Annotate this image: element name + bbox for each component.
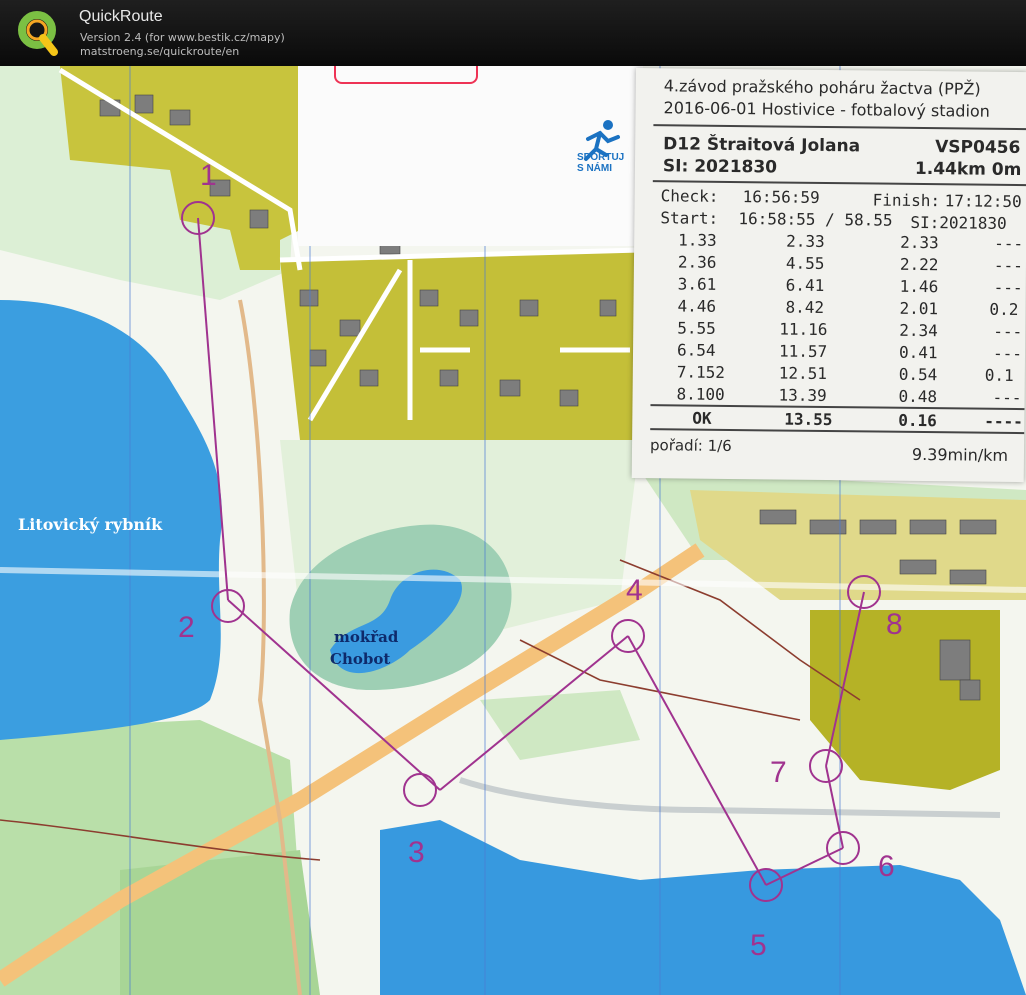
paper-red-box (334, 66, 478, 84)
receipt-si: SI: 2021830 (662, 156, 778, 178)
control-number-3: 3 (408, 836, 425, 869)
split-row: 5.55 11.16 2.34 --- (633, 318, 1026, 342)
map-view[interactable]: 1 2 3 4 5 6 7 8 Litovický rybník mokřad … (0, 66, 1026, 995)
split-leg: 1.46 (899, 276, 939, 297)
receipt-start-si: SI:2021830 (910, 212, 1007, 233)
sportuj-line1: SPORTUJ (577, 152, 625, 163)
quickroute-window: QuickRoute Version 2.4 (for www.bestik.c… (0, 0, 1026, 995)
split-leg: 2.01 (899, 298, 939, 319)
result-leg: 0.16 (898, 410, 937, 431)
split-extra: 0.1 (984, 365, 1014, 385)
result-status: OK (692, 408, 712, 428)
split-control: 7.152 (676, 362, 726, 382)
title-bar: QuickRoute Version 2.4 (for www.bestik.c… (0, 0, 1026, 66)
split-extra: --- (993, 321, 1023, 342)
receipt-event-line1: 4.závod pražského poháru žactva (PPŽ) (663, 76, 981, 99)
split-control: 5.55 (677, 318, 716, 338)
split-leg: 2.22 (899, 254, 939, 275)
split-cumulative: 8.42 (785, 297, 825, 317)
split-control: 3.61 (677, 274, 717, 294)
receipt-runner: D12 Štraitová Jolana (663, 134, 861, 157)
split-cumulative: 6.41 (785, 275, 825, 295)
split-extra: --- (992, 343, 1023, 364)
split-control: 4.46 (677, 296, 717, 316)
split-cumulative: 13.39 (778, 385, 827, 406)
split-control: 1.33 (678, 230, 717, 250)
marsh-label-line2: Chobot (330, 650, 390, 668)
split-row: 7.152 12.51 0.54 0.1 (633, 362, 1026, 386)
split-row: 4.46 8.42 2.01 0.2 (633, 296, 1026, 320)
receipt-course: 1.44km 0m (914, 158, 1022, 181)
split-receipt: 4.závod pražského poháru žactva (PPŽ) 20… (631, 68, 1026, 483)
split-cumulative: 2.33 (786, 231, 825, 251)
marsh-label-line1: mokřad (334, 628, 399, 646)
control-number-1: 1 (200, 159, 217, 192)
split-leg: 2.33 (900, 232, 939, 253)
receipt-event-line2: 2016-06-01 Hostivice - fotbalový stadion (663, 98, 990, 121)
control-number-6: 6 (878, 850, 895, 883)
control-number-8: 8 (886, 608, 903, 641)
split-extra: --- (993, 255, 1023, 276)
settlement-area (280, 250, 640, 440)
receipt-finish-label: Finish: (872, 190, 941, 211)
lake-label: Litovický rybník (18, 515, 163, 534)
split-extra: --- (993, 277, 1023, 298)
split-extra: --- (994, 233, 1024, 254)
app-name: QuickRoute (79, 8, 163, 25)
split-cumulative: 11.57 (778, 341, 828, 362)
sportuj-line2: S NÁMI (577, 163, 612, 174)
control-number-5: 5 (750, 929, 767, 962)
sportuj-text: SPORTUJ S NÁMI (577, 152, 624, 174)
control-number-2: 2 (178, 611, 195, 644)
app-url: matstroeng.se/quickroute/en (80, 45, 240, 58)
split-leg: 0.41 (898, 342, 938, 363)
control-number-4: 4 (626, 574, 643, 607)
receipt-rule (653, 124, 1026, 131)
receipt-rank: pořadí: 1/6 (649, 436, 732, 456)
split-extra: 0.2 (989, 299, 1019, 320)
split-leg: 0.48 (898, 386, 938, 407)
split-control: 8.100 (676, 384, 725, 404)
split-row: 2.36 4.55 2.22 --- (634, 252, 1026, 276)
split-control: 2.36 (677, 252, 717, 272)
split-cumulative: 4.55 (785, 253, 825, 273)
receipt-rule (652, 180, 1026, 187)
app-version: Version 2.4 (for www.bestik.cz/mapy) (80, 31, 285, 44)
split-control: 6.54 (676, 340, 716, 360)
split-cumulative: 12.51 (778, 363, 828, 384)
split-extra: --- (992, 387, 1022, 408)
split-leg: 0.54 (898, 364, 938, 385)
split-row: 6.54 11.57 0.41 --- (633, 340, 1026, 364)
split-row: 1.33 2.33 2.33 --- (634, 230, 1026, 254)
receipt-finish-time: 17:12:50 (944, 191, 1022, 212)
receipt-club: VSP0456 (935, 137, 1021, 159)
quickroute-logo-icon (18, 11, 58, 56)
result-total: 13.55 (784, 409, 833, 430)
receipt-start-time: 16:58:55 / 58.55 (738, 209, 893, 230)
split-row: 3.61 6.41 1.46 --- (634, 274, 1026, 298)
receipt-check-time: 16:56:59 (742, 187, 820, 207)
result-extra: ---- (984, 411, 1023, 432)
receipt-start-label: Start: (660, 208, 719, 228)
split-cumulative: 11.16 (779, 319, 828, 340)
split-leg: 2.34 (899, 320, 938, 341)
control-number-7: 7 (770, 756, 787, 789)
receipt-pace: 9.39min/km (911, 444, 1009, 465)
receipt-check-label: Check: (660, 186, 719, 206)
